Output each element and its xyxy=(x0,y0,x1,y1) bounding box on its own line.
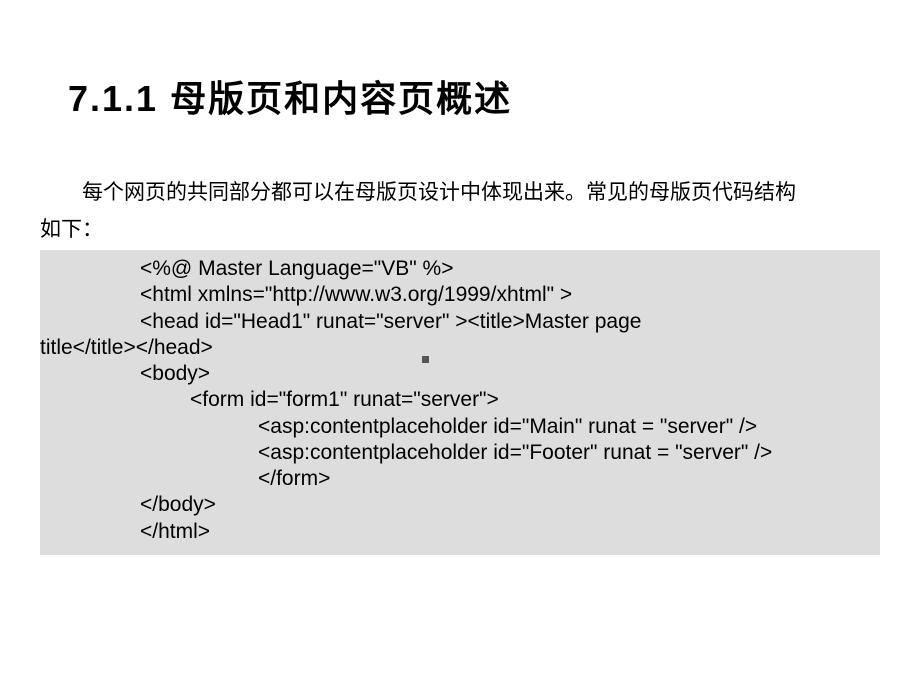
code-line: <head id="Head1" runat="server" ><title>… xyxy=(40,309,880,335)
intro-paragraph-line2: 如下： xyxy=(40,214,880,246)
code-line: <form id="form1" runat="server"> xyxy=(40,387,880,413)
code-line: <body> xyxy=(40,361,880,387)
intro-paragraph-line1: 每个网页的共同部分都可以在母版页设计中体现出来。常见的母版页代码结构 xyxy=(40,177,880,209)
code-line: <asp:contentplaceholder id="Footer" runa… xyxy=(40,440,880,466)
slide-title: 7.1.1 母版页和内容页概述 xyxy=(68,70,880,122)
cursor-marker xyxy=(422,356,429,363)
slide-content: 7.1.1 母版页和内容页概述 每个网页的共同部分都可以在母版页设计中体现出来。… xyxy=(0,0,920,595)
code-line: <html xmlns="http://www.w3.org/1999/xhtm… xyxy=(40,282,880,308)
code-line: </form> xyxy=(40,466,880,492)
code-example-block: <%@ Master Language="VB" %> <html xmlns=… xyxy=(40,250,880,555)
code-line: title</title></head> xyxy=(40,335,880,361)
code-line: </html> xyxy=(40,519,880,545)
code-line: <asp:contentplaceholder id="Main" runat … xyxy=(40,414,880,440)
code-line: <%@ Master Language="VB" %> xyxy=(40,256,880,282)
code-line: </body> xyxy=(40,492,880,518)
